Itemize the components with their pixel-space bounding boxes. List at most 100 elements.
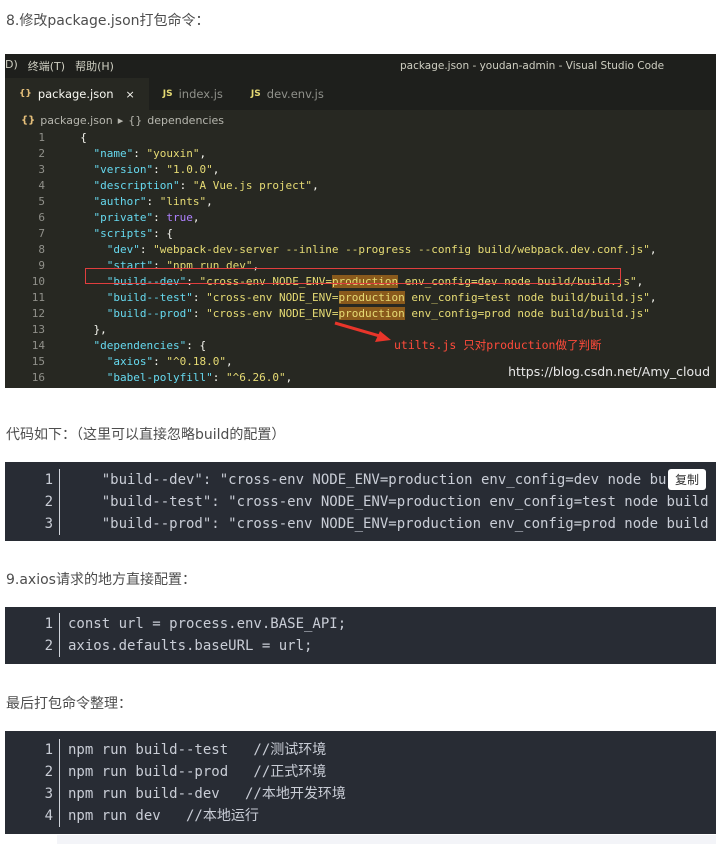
json-file-icon: {}	[21, 114, 36, 126]
line-number: 3	[5, 783, 60, 805]
line-number: 2	[5, 761, 60, 783]
code-line: 5 "author": "lints",	[5, 194, 716, 210]
code-line: 1 const url = process.env.BASE_API;	[5, 613, 716, 635]
code-line: 4 npm run dev //本地运行	[5, 805, 716, 827]
line-number: 14	[31, 339, 45, 352]
code-line: 2 axios.defaults.baseURL = url;	[5, 635, 716, 657]
menu-item-help: 帮助(H)	[75, 60, 114, 73]
line-number: 12	[31, 307, 45, 320]
json-key: "babel-polyfill"	[106, 371, 213, 384]
breadcrumb-file: package.json	[40, 113, 113, 127]
line-number: 9	[38, 259, 45, 272]
chevron-right-icon: ▸	[117, 113, 124, 127]
json-value: env_config=prod node build/build.js"	[404, 307, 650, 320]
section-heading-8: 8.修改package.json打包命令：	[6, 13, 210, 29]
code-line: 2 "name": "youxin",	[5, 146, 716, 162]
line-number: 6	[38, 211, 45, 224]
line-number: 11	[31, 291, 45, 304]
code-line: 2 "build--test": "cross-env NODE_ENV=pro…	[5, 491, 716, 513]
window-title: package.json - youdan-admin - Visual Stu…	[400, 60, 665, 72]
annotation-text: utilts.js 只对production做了判断	[394, 338, 602, 352]
line-number: 4	[38, 179, 45, 192]
menu-item-terminal: 终端(T)	[27, 60, 66, 73]
line-number: 1	[38, 131, 45, 144]
code-text: npm run build--prod //正式环境	[68, 764, 327, 780]
code-text: "build--prod": "cross-env NODE_ENV=produ…	[68, 516, 709, 532]
breadcrumb: {} package.json ▸ {} dependencies	[5, 110, 716, 130]
editor-tabs: {} package.json × JS index.js JS dev.env…	[5, 78, 716, 110]
code-text: {	[80, 131, 87, 144]
line-number: 2	[5, 491, 60, 513]
tab-dev-env-js: JS dev.env.js	[237, 78, 338, 110]
copy-button[interactable]: 复制	[667, 469, 706, 490]
code-editor: 1 { 2 "name": "youxin", 3 "version": "1.…	[5, 130, 716, 386]
code-line: 2 npm run build--prod //正式环境	[5, 761, 716, 783]
menu-item-partial: D)	[5, 58, 18, 71]
json-key: "author"	[93, 195, 147, 208]
json-value: "^0.18.0"	[166, 355, 226, 368]
line-number: 5	[38, 195, 45, 208]
code-caption: 代码如下：（这里可以直接忽略build的配置）	[6, 427, 286, 443]
json-value: "cross-env NODE_ENV=	[206, 291, 339, 304]
json-key: "build--test"	[106, 291, 193, 304]
code-line: 7 "scripts": {	[5, 226, 716, 242]
code-text: "build--dev": "cross-env NODE_ENV=produc…	[68, 472, 667, 488]
search-highlight: production	[338, 307, 405, 320]
json-value: "lints"	[159, 195, 207, 208]
line-number: 16	[31, 371, 45, 384]
json-key: "axios"	[106, 355, 154, 368]
json-value: "youxin"	[146, 147, 200, 160]
json-value: "^6.26.0"	[225, 371, 286, 384]
line-number: 1	[5, 739, 60, 761]
code-text: npm run build--dev //本地开发环境	[68, 786, 346, 802]
tab-label: index.js	[178, 87, 223, 101]
code-line: 3 "version": "1.0.0",	[5, 162, 716, 178]
tab-label: dev.env.js	[266, 87, 324, 101]
code-block-commands: 1 npm run build--test //测试环境 2 npm run bui…	[5, 731, 716, 834]
line-number: 3	[5, 513, 60, 535]
json-value: true	[166, 211, 193, 224]
code-line: 6 "private": true,	[5, 210, 716, 226]
code-line: 3 npm run build--dev //本地开发环境	[5, 783, 716, 805]
json-key: "build--prod"	[106, 307, 193, 320]
line-number: 1	[5, 469, 60, 491]
line-number: 13	[31, 323, 45, 336]
close-icon: ×	[125, 87, 135, 101]
code-text: npm run dev //本地运行	[68, 808, 259, 824]
object-icon: {}	[128, 113, 143, 127]
highlight-box	[85, 268, 621, 284]
code-text: "build--test": "cross-env NODE_ENV=produ…	[68, 494, 709, 510]
json-key: "private"	[93, 211, 154, 224]
code-text: const url = process.env.BASE_API;	[68, 616, 347, 632]
line-number: 7	[38, 227, 45, 240]
following-block-edge	[57, 835, 716, 844]
section-heading-9: 9.axios请求的地方直接配置：	[6, 572, 196, 588]
json-value: "webpack-dev-server --inline --progress …	[153, 243, 650, 256]
code-line: 8 "dev": "webpack-dev-server --inline --…	[5, 242, 716, 258]
json-value: env_config=test node build/build.js"	[404, 291, 650, 304]
js-file-icon: JS	[250, 89, 261, 99]
line-number: 15	[31, 355, 45, 368]
tab-package-json: {} package.json ×	[5, 78, 149, 110]
json-key: "name"	[93, 147, 134, 160]
watermark: https://blog.csdn.net/Amy_cloud	[508, 364, 710, 379]
code-line: 1 npm run build--test //测试环境	[5, 739, 716, 761]
breadcrumb-node: dependencies	[147, 113, 225, 127]
line-number: 8	[38, 243, 45, 256]
tab-index-js: JS index.js	[149, 78, 237, 110]
json-file-icon: {}	[19, 89, 32, 99]
json-value: "1.0.0"	[166, 163, 213, 176]
code-text: axios.defaults.baseURL = url;	[68, 638, 313, 654]
json-key: "dependencies"	[93, 339, 187, 352]
line-number: 1	[5, 613, 60, 635]
vscode-screenshot: D) 终端(T) 帮助(H) package.json - youdan-adm…	[5, 54, 716, 388]
code-block-axios: 1 const url = process.env.BASE_API; 2 axio…	[5, 607, 716, 664]
json-key: "scripts"	[93, 227, 154, 240]
json-key: "description"	[93, 179, 180, 192]
code-line: 1 {	[5, 130, 716, 146]
code-line: 4 "description": "A Vue.js project",	[5, 178, 716, 194]
tab-label: package.json	[37, 87, 114, 101]
line-number: 4	[5, 805, 60, 827]
json-key: "version"	[93, 163, 154, 176]
vscode-menu: D) 终端(T) 帮助(H)	[5, 58, 114, 74]
